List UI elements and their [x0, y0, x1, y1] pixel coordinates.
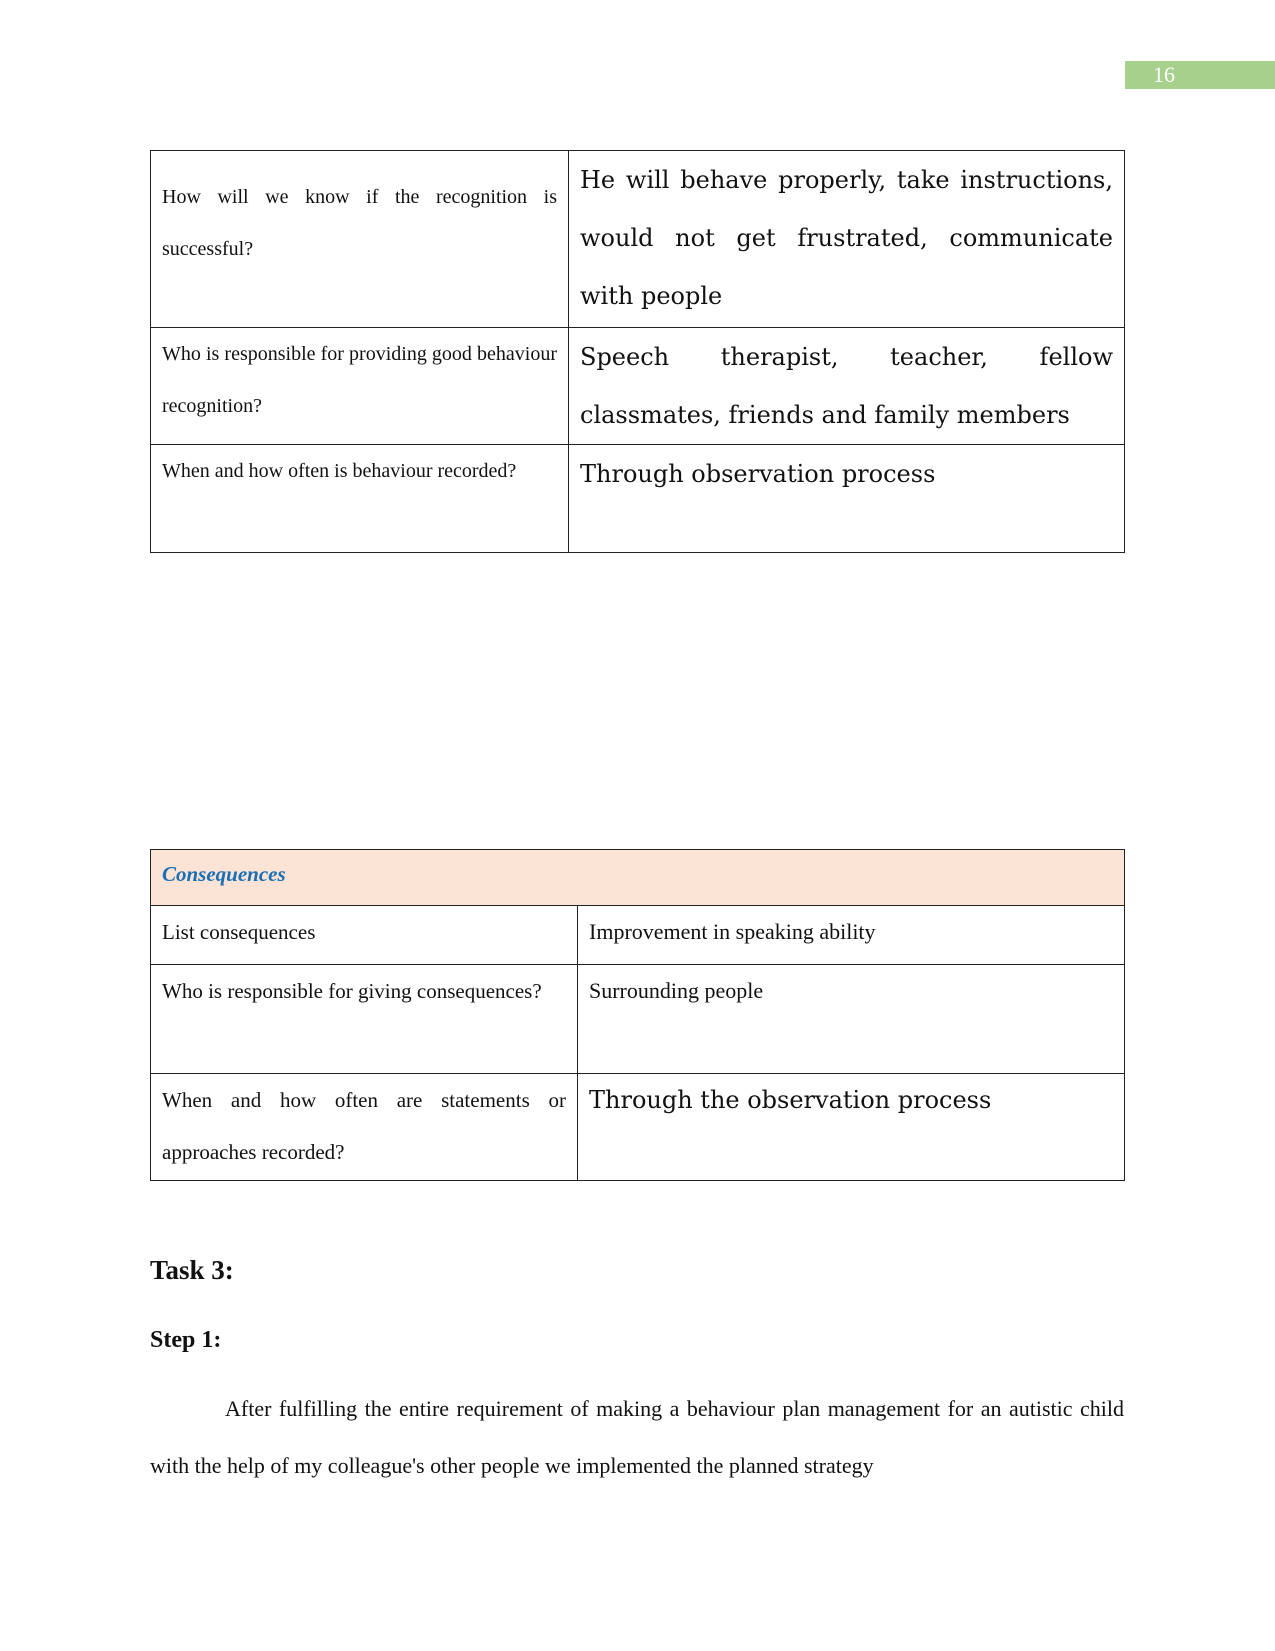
table-row: When and how often are statements or app… — [150, 1073, 1125, 1181]
consequences-table: Consequences List consequences Improveme… — [150, 849, 1125, 1181]
answer-cell: Through observation process — [568, 444, 1125, 553]
question-cell: Who is responsible for providing good be… — [150, 327, 569, 445]
answer-cell: Surrounding people — [577, 964, 1125, 1074]
table-row: Who is responsible for giving consequenc… — [150, 964, 1125, 1074]
question-cell: When and how often is behaviour recorded… — [150, 444, 569, 553]
answer-cell: He will behave properly, take instructio… — [568, 150, 1125, 328]
step-heading: Step 1: — [150, 1327, 222, 1353]
table-row: How will we know if the recognition is s… — [150, 150, 1125, 328]
table-row: List consequences Improvement in speakin… — [150, 905, 1125, 965]
task-heading: Task 3: — [150, 1255, 234, 1285]
answer-cell: Speech therapist, teacher, fellow classm… — [568, 327, 1125, 445]
table-row: Who is responsible for providing good be… — [150, 327, 1125, 445]
question-cell: Who is responsible for giving consequenc… — [150, 964, 578, 1074]
question-cell: List consequences — [150, 905, 578, 965]
page-number: 16 — [1125, 61, 1275, 89]
question-cell: When and how often are statements or app… — [150, 1073, 578, 1181]
answer-cell: Through the observation process — [577, 1073, 1125, 1181]
consequences-heading: Consequences — [150, 849, 1125, 906]
table-header-row: Consequences — [150, 849, 1125, 906]
answer-cell: Improvement in speaking ability — [577, 905, 1125, 965]
recognition-table: How will we know if the recognition is s… — [150, 150, 1125, 553]
body-paragraph: After fulfilling the entire requirement … — [150, 1396, 1124, 1478]
table-row: When and how often is behaviour recorded… — [150, 444, 1125, 553]
question-cell: How will we know if the recognition is s… — [150, 150, 569, 328]
